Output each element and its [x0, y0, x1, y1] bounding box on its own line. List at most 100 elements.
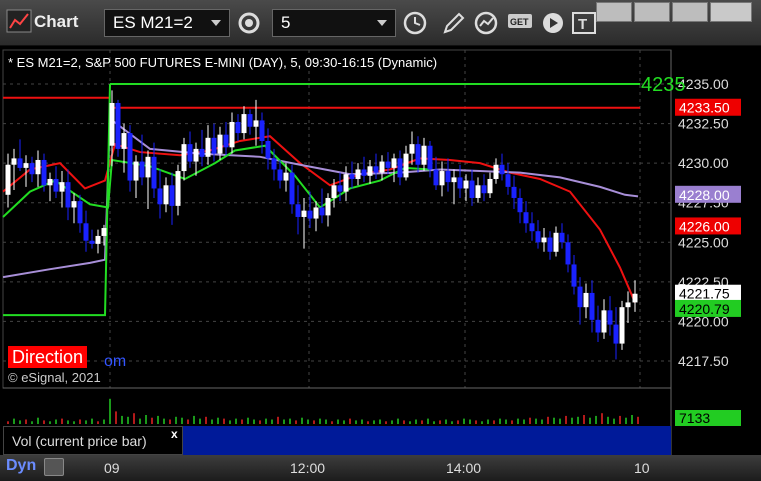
candle-body — [619, 307, 625, 344]
maximize-icon[interactable] — [672, 2, 708, 22]
candle-body — [127, 133, 133, 181]
symbol-combo[interactable]: ES M21=2 — [104, 9, 230, 37]
study-icon[interactable] — [472, 9, 502, 37]
candle-body — [427, 145, 433, 170]
candle-body — [607, 310, 613, 325]
volume-badge-label: 7133 — [679, 410, 710, 426]
candle-body — [589, 292, 595, 320]
symbol-value: ES M21=2 — [113, 13, 193, 32]
candle-body — [139, 161, 145, 178]
candle-body — [235, 121, 241, 134]
restore-icon[interactable] — [634, 2, 670, 22]
candle-body — [259, 120, 265, 141]
direction-label: Direction — [8, 346, 88, 368]
link-icon[interactable] — [596, 2, 632, 22]
candle-body — [475, 185, 481, 198]
candle-body — [632, 293, 638, 303]
candle-body — [283, 172, 289, 181]
clock-icon[interactable] — [400, 9, 430, 37]
svg-text:GET: GET — [510, 17, 529, 27]
close-icon[interactable] — [710, 2, 752, 22]
candle-body — [65, 182, 71, 208]
chart-app-icon — [6, 9, 32, 33]
window-title: Chart — [34, 12, 79, 31]
candle-body — [229, 121, 235, 148]
candle-body — [577, 286, 583, 308]
chevron-down-icon — [377, 20, 387, 26]
candle-body — [325, 197, 331, 216]
candle-body — [41, 159, 47, 186]
candle-body — [223, 134, 229, 148]
get-data-icon[interactable]: GET — [506, 9, 536, 37]
candle-body — [499, 164, 505, 175]
candle-body — [367, 166, 373, 176]
interval-combo[interactable]: 5 — [272, 9, 396, 37]
price-tick-label: 4232.50 — [678, 116, 729, 132]
gear-icon[interactable] — [234, 9, 264, 37]
price-chart[interactable]: 4235.004232.504230.004227.504225.004222.… — [0, 46, 761, 455]
price-tick-label: 4217.50 — [678, 353, 729, 369]
candle-body — [193, 148, 199, 162]
website-link[interactable]: om — [104, 353, 126, 371]
interval-value: 5 — [281, 13, 291, 32]
candle-body — [373, 166, 379, 173]
symbol-description: * ES M21=2, S&P 500 FUTURES E-MINI (DAY)… — [8, 55, 438, 70]
window-controls — [596, 2, 754, 22]
candle-body — [133, 161, 139, 181]
candle-body — [337, 185, 343, 192]
candle-body — [35, 159, 41, 175]
candle-body — [247, 114, 253, 127]
candle-body — [493, 164, 499, 179]
candle-body — [151, 156, 157, 189]
candle-body — [343, 174, 349, 192]
candle-body — [145, 156, 151, 178]
candle-body — [331, 185, 337, 198]
title-bar: Chart ES M21=2 5 GET T — [0, 0, 761, 46]
candle-body — [409, 144, 415, 154]
candle-body — [379, 161, 385, 173]
dynamic-toggle-icon[interactable] — [44, 458, 64, 476]
candle-body — [457, 177, 463, 189]
candle-body — [271, 158, 277, 170]
green-line-label: 4235 — [641, 74, 686, 96]
pencil-icon[interactable] — [438, 9, 468, 37]
candle-body — [505, 174, 511, 187]
candle-body — [355, 169, 361, 179]
close-study-icon[interactable]: x — [171, 427, 178, 441]
candle-body — [415, 144, 421, 165]
time-tick: 10 — [634, 460, 650, 476]
candle-body — [529, 223, 535, 232]
candle-body — [469, 180, 475, 198]
candle-body — [95, 235, 101, 244]
candle-body — [433, 169, 439, 186]
candle-body — [109, 102, 115, 146]
candle-body — [277, 169, 283, 181]
candle-body — [535, 231, 541, 243]
candle-body — [547, 237, 553, 252]
price-badge-label: 4233.50 — [679, 100, 730, 116]
candle-body — [199, 148, 205, 157]
candle-body — [265, 140, 271, 159]
price-badge-label: 4226.00 — [679, 218, 730, 234]
svg-text:T: T — [578, 16, 587, 33]
candle-body — [217, 134, 223, 154]
candle-body — [565, 242, 571, 265]
candle-body — [23, 163, 29, 168]
candle-body — [17, 158, 23, 168]
candle-body — [115, 102, 121, 149]
play-icon[interactable] — [540, 9, 570, 37]
candle-body — [451, 177, 457, 183]
candle-body — [385, 161, 391, 168]
candle-body — [613, 324, 619, 344]
candle-body — [481, 185, 487, 194]
candle-body — [403, 153, 409, 178]
price-tick-label: 4235.00 — [678, 76, 729, 92]
copyright-text: © eSignal, 2021 — [8, 370, 101, 385]
candle-body — [625, 302, 631, 308]
chart-area[interactable]: 4235.004232.504230.004227.504225.004222.… — [0, 46, 761, 455]
candle-body — [601, 310, 607, 333]
candle-body — [421, 145, 427, 165]
time-tick: 12:00 — [290, 460, 326, 476]
time-tick: 09 — [104, 460, 120, 476]
price-badge-label: 4220.79 — [679, 301, 730, 317]
